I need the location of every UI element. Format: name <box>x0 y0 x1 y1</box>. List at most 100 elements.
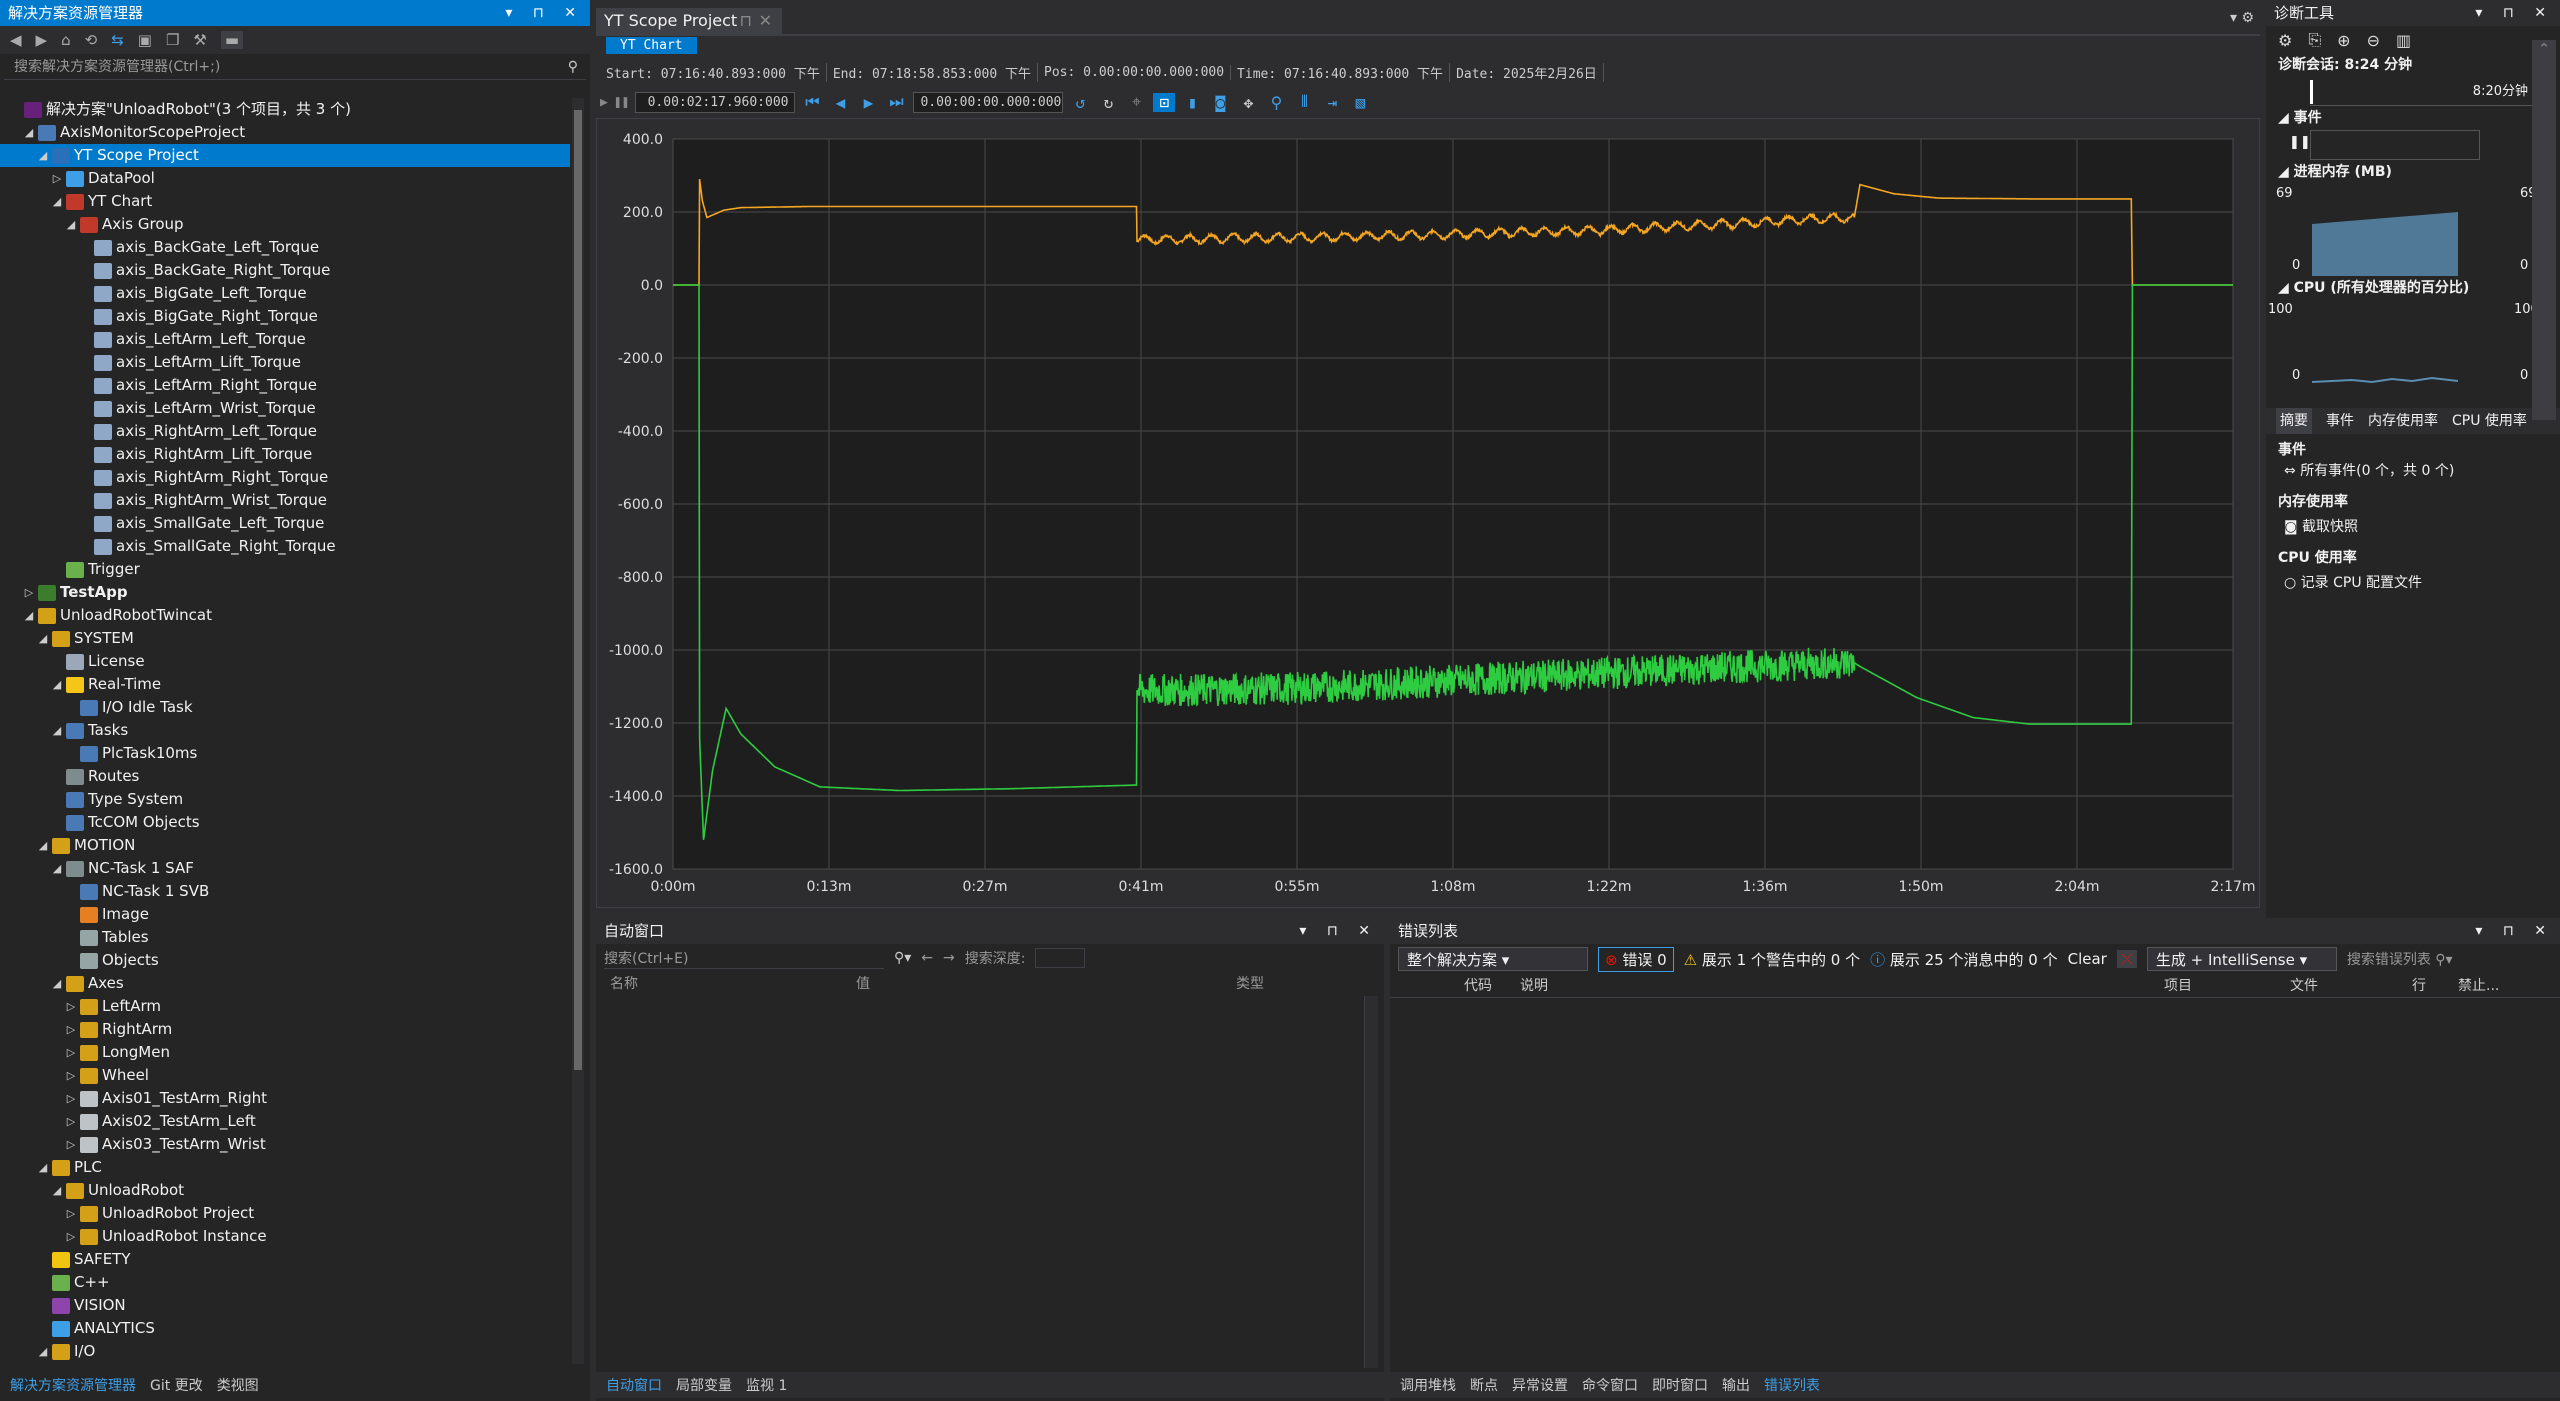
tab-solution-explorer[interactable]: 解决方案资源管理器 <box>10 1375 136 1395</box>
zoom-out-icon[interactable]: ⊖ <box>2367 31 2380 50</box>
expand-arrow-icon[interactable]: ▷ <box>64 1202 78 1225</box>
tab-breakpoints[interactable]: 断点 <box>1470 1375 1498 1395</box>
tree-node[interactable]: ▷ LongMen <box>0 1041 570 1064</box>
tree-node[interactable]: PlcTask10ms <box>0 742 570 765</box>
tree-node[interactable]: axis_RightArm_Left_Torque <box>0 420 570 443</box>
sync-icon[interactable]: ⇆ <box>111 31 124 49</box>
redo-icon[interactable]: ↻ <box>1097 93 1119 112</box>
clear-button[interactable]: Clear <box>2068 950 2107 968</box>
tree-node[interactable]: TcCOM Objects <box>0 811 570 834</box>
tab-summary[interactable]: 摘要 <box>2276 408 2312 434</box>
chart-svg[interactable]: 0:00m 0:13m 0:27m 0:41m 0:55m 1:08m 1:22m 1:36m… <box>597 119 2259 907</box>
tree-node[interactable]: Routes <box>0 765 570 788</box>
tree-node[interactable]: ▷ Axis01_TestArm_Right <box>0 1087 570 1110</box>
tree-node[interactable]: axis_SmallGate_Right_Torque <box>0 535 570 558</box>
scroll-up-icon[interactable]: ⌃ <box>2532 40 2556 58</box>
expand-arrow-icon[interactable]: ▷ <box>64 1087 78 1110</box>
tab-exception-settings[interactable]: 异常设置 <box>1512 1375 1568 1395</box>
tab-command-window[interactable]: 命令窗口 <box>1582 1375 1638 1395</box>
tree-node[interactable]: ◢ UnloadRobot <box>0 1179 570 1202</box>
tree-node[interactable]: Trigger <box>0 558 570 581</box>
tree-node[interactable]: ▷ RightArm <box>0 1018 570 1041</box>
tab-locals[interactable]: 局部变量 <box>676 1375 732 1395</box>
tab-memory[interactable]: 内存使用率 <box>2368 408 2438 434</box>
tree-node[interactable]: 解决方案"UnloadRobot"(3 个项目，共 3 个) <box>0 98 570 121</box>
tree-node[interactable]: axis_LeftArm_Wrist_Torque <box>0 397 570 420</box>
tree-node[interactable]: axis_LeftArm_Right_Torque <box>0 374 570 397</box>
tree-node[interactable]: axis_RightArm_Wrist_Torque <box>0 489 570 512</box>
solution-scrollbar[interactable] <box>572 98 584 1364</box>
time-span-field[interactable]: 0.00:02:17.960:000 <box>635 91 796 113</box>
tab-call-stack[interactable]: 调用堆栈 <box>1400 1375 1456 1395</box>
tree-node[interactable]: ◢ MOTION <box>0 834 570 857</box>
expand-arrow-icon[interactable]: ▷ <box>64 1064 78 1087</box>
tree-node[interactable]: ◢ I/O <box>0 1340 570 1363</box>
col-project[interactable]: 项目 <box>2164 974 2290 997</box>
tree-node[interactable]: ◢ AxisMonitorScopeProject <box>0 121 570 144</box>
tree-node[interactable]: ◢ YT Scope Project <box>0 144 570 167</box>
expand-arrow-icon[interactable]: ◢ <box>50 719 64 742</box>
tree-node[interactable]: axis_BigGate_Right_Torque <box>0 305 570 328</box>
tab-output[interactable]: 输出 <box>1722 1375 1750 1395</box>
col-value[interactable]: 值 <box>856 972 1236 996</box>
tree-node[interactable]: ◢ Tasks <box>0 719 570 742</box>
scope-select[interactable]: 整个解决方案 ▾ <box>1398 947 1588 971</box>
col-code[interactable]: 代码 <box>1390 974 1520 997</box>
camera-icon[interactable]: ◙ <box>1209 93 1231 112</box>
collapse-icon[interactable]: ▣ <box>138 31 152 49</box>
expand-arrow-icon[interactable]: ▷ <box>64 1133 78 1156</box>
tree-node[interactable]: ▷ DataPool <box>0 167 570 190</box>
tree-node[interactable]: axis_BigGate_Left_Torque <box>0 282 570 305</box>
undo-icon[interactable]: ↺ <box>1069 93 1091 112</box>
col-suppress[interactable]: 禁止... <box>2458 974 2499 997</box>
tree-node[interactable]: ▷ Axis02_TestArm_Left <box>0 1110 570 1133</box>
tab-cpu[interactable]: CPU 使用率 <box>2452 408 2527 434</box>
tree-node[interactable]: ◢ NC-Task 1 SAF <box>0 857 570 880</box>
back-icon[interactable]: ◀ <box>10 31 22 49</box>
tree-node[interactable]: ANALYTICS <box>0 1317 570 1340</box>
back-arrow-icon[interactable]: ← <box>921 950 933 966</box>
filter-icon[interactable]: ⤬ <box>2116 950 2137 968</box>
diag-window-icons[interactable]: ▾ ⊓ ✕ <box>2475 0 2554 26</box>
tab-error-list[interactable]: 错误列表 <box>1764 1375 1820 1395</box>
expand-arrow-icon[interactable]: ◢ <box>36 627 50 650</box>
expand-arrow-icon[interactable]: ◢ <box>36 1156 50 1179</box>
tab-watch1[interactable]: 监视 1 <box>746 1375 787 1395</box>
split-icon[interactable]: ⫴ <box>1293 92 1315 112</box>
tree-node[interactable]: Type System <box>0 788 570 811</box>
tree-node[interactable]: ◢ YT Chart <box>0 190 570 213</box>
search-icon[interactable]: ⚲ <box>568 56 578 78</box>
next-icon[interactable]: ▶ <box>857 93 879 112</box>
tree-node[interactable]: ▷ UnloadRobot Instance <box>0 1225 570 1248</box>
tab-immediate[interactable]: 即时窗口 <box>1652 1375 1708 1395</box>
tab-autos[interactable]: 自动窗口 <box>606 1375 662 1395</box>
tree-node[interactable]: axis_BackGate_Left_Torque <box>0 236 570 259</box>
cursor-icon[interactable]: ⌖ <box>1125 92 1147 112</box>
expand-arrow-icon[interactable]: ▷ <box>64 1041 78 1064</box>
expand-arrow-icon[interactable]: ◢ <box>50 190 64 213</box>
tree-node[interactable]: ▷ Axis03_TestArm_Wrist <box>0 1133 570 1156</box>
tree-node[interactable]: axis_BackGate_Right_Torque <box>0 259 570 282</box>
expand-arrow-icon[interactable]: ◢ <box>64 213 78 236</box>
tree-node[interactable]: axis_LeftArm_Lift_Torque <box>0 351 570 374</box>
expand-arrow-icon[interactable]: ◢ <box>22 604 36 627</box>
reset-zoom-icon[interactable]: ▥ <box>2396 31 2411 50</box>
search-depth-select[interactable] <box>1035 948 1086 968</box>
expand-arrow-icon[interactable]: ▷ <box>64 1225 78 1248</box>
tree-node[interactable]: axis_SmallGate_Left_Torque <box>0 512 570 535</box>
solution-search-input[interactable]: 搜索解决方案资源管理器(Ctrl+;) ⚲ <box>4 56 586 80</box>
forward-arrow-icon[interactable]: → <box>943 950 955 966</box>
expand-arrow-icon[interactable]: ◢ <box>50 972 64 995</box>
export-icon[interactable]: ⇥ <box>1321 93 1343 112</box>
col-type[interactable]: 类型 <box>1236 972 1264 996</box>
tree-node[interactable]: Image <box>0 903 570 926</box>
snapshot-button[interactable]: ◙ 截取快照 <box>2266 514 2560 540</box>
tree-node[interactable]: ◢ UnloadRobotTwincat <box>0 604 570 627</box>
tree-node[interactable]: axis_RightArm_Right_Torque <box>0 466 570 489</box>
play-icon[interactable]: ▶ <box>600 95 608 110</box>
expand-arrow-icon[interactable]: ▷ <box>50 167 64 190</box>
tree-node[interactable]: ▷ Wheel <box>0 1064 570 1087</box>
diag-scroll[interactable]: ⌃ <box>2532 40 2556 420</box>
document-window-icons[interactable]: ▾ ⚙ <box>2230 10 2254 26</box>
warnings-filter[interactable]: ⚠ 展示 1 个警告中的 0 个 <box>1684 949 1860 970</box>
